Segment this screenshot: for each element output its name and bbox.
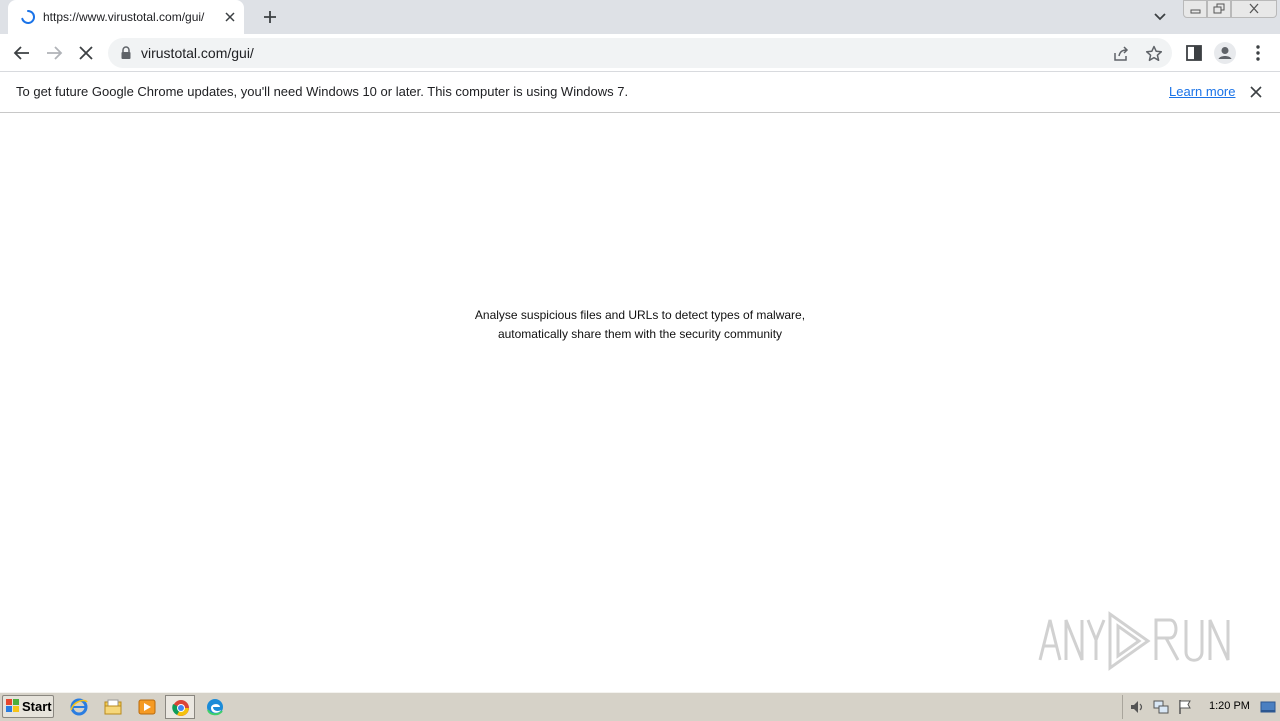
show-desktop-icon[interactable] <box>1260 699 1276 715</box>
new-tab-button[interactable] <box>258 6 282 28</box>
windows-taskbar: Start 1:20 PM <box>0 692 1280 721</box>
side-panel-icon[interactable] <box>1182 41 1206 65</box>
window-minimize-button[interactable] <box>1183 0 1207 18</box>
start-button[interactable]: Start <box>2 695 54 718</box>
page-content: Analyse suspicious files and URLs to det… <box>0 113 1280 691</box>
chrome-icon[interactable] <box>165 695 195 719</box>
loading-spinner-icon <box>20 9 36 25</box>
tagline-line-1: Analyse suspicious files and URLs to det… <box>474 308 806 322</box>
lock-icon[interactable] <box>120 46 132 60</box>
edge-icon[interactable] <box>200 695 230 719</box>
infobar-message: To get future Google Chrome updates, you… <box>16 84 629 99</box>
stop-loading-icon[interactable] <box>74 41 98 65</box>
window-restore-button[interactable] <box>1207 0 1231 18</box>
tab-title: https://www.virustotal.com/gui/ <box>43 10 205 24</box>
profile-icon[interactable] <box>1213 41 1237 65</box>
url-text[interactable]: virustotal.com/gui/ <box>141 45 254 61</box>
taskbar-clock[interactable]: 1:20 PM <box>1209 700 1250 712</box>
system-tray: 1:20 PM <box>1122 695 1279 719</box>
file-explorer-icon[interactable] <box>98 695 128 719</box>
back-arrow-icon[interactable] <box>10 41 34 65</box>
anyrun-watermark-logo <box>1036 608 1236 674</box>
tagline: Analyse suspicious files and URLs to det… <box>0 306 1280 344</box>
windows-flag-icon <box>6 699 20 713</box>
internet-explorer-icon[interactable] <box>64 695 94 719</box>
update-infobar: To get future Google Chrome updates, you… <box>0 72 1280 113</box>
share-icon[interactable] <box>1112 45 1130 63</box>
browser-toolbar: virustotal.com/gui/ <box>0 34 1280 72</box>
tab-strip: https://www.virustotal.com/gui/ <box>0 0 1280 34</box>
kebab-menu-icon[interactable] <box>1246 41 1270 65</box>
start-label: Start <box>22 699 52 714</box>
forward-arrow-icon[interactable] <box>42 41 66 65</box>
close-icon[interactable] <box>1248 84 1264 100</box>
action-center-flag-icon[interactable] <box>1177 699 1193 715</box>
network-icon[interactable] <box>1153 699 1169 715</box>
browser-tab[interactable]: https://www.virustotal.com/gui/ <box>8 0 244 34</box>
address-bar[interactable]: virustotal.com/gui/ <box>108 38 1172 68</box>
window-close-button[interactable] <box>1231 0 1277 18</box>
star-icon[interactable] <box>1144 44 1164 64</box>
tab-close-icon[interactable] <box>223 10 237 24</box>
tagline-line-2: automatically share them with the securi… <box>497 327 783 341</box>
speaker-icon[interactable] <box>1129 699 1145 715</box>
learn-more-link[interactable]: Learn more <box>1169 84 1235 99</box>
tab-search-chevron-icon[interactable] <box>1150 8 1170 26</box>
media-player-icon[interactable] <box>132 695 162 719</box>
